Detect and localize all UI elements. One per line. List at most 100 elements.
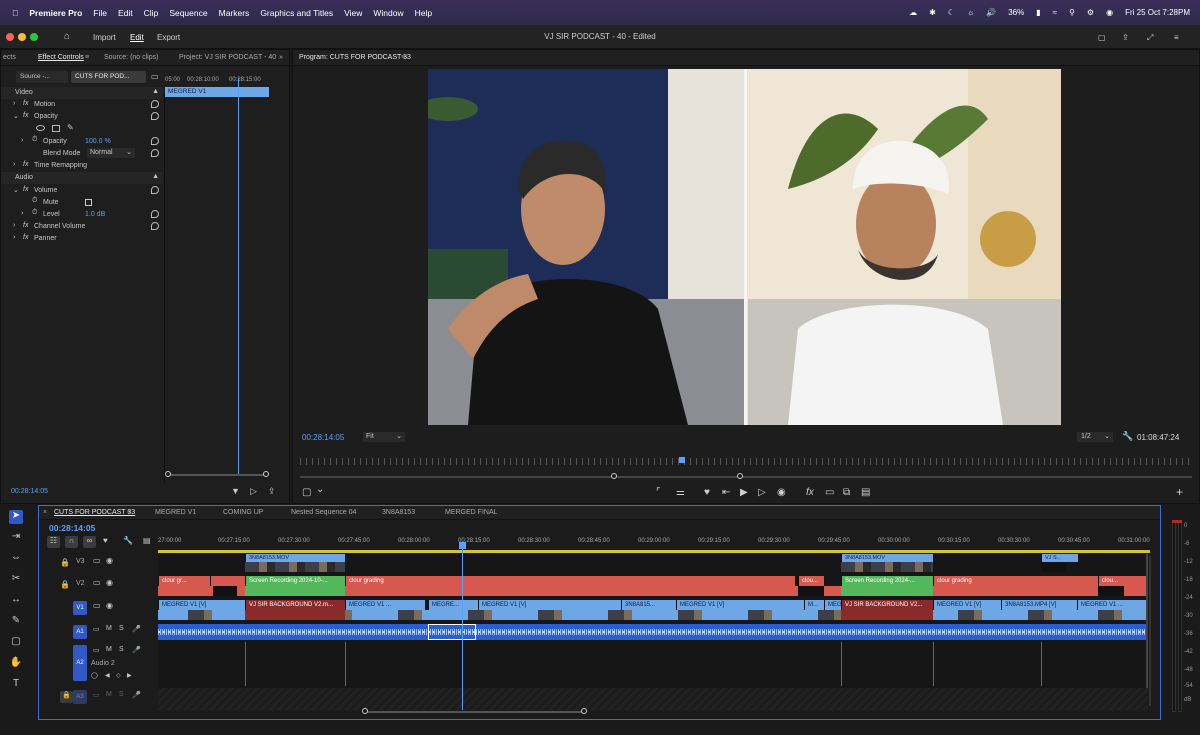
comparison-view-icon[interactable]: ⧉ <box>843 487 850 498</box>
selected-clip-outline[interactable] <box>428 624 476 640</box>
moon-icon[interactable]: ☾ <box>948 8 955 17</box>
settings-icon[interactable]: ▢ <box>302 487 311 498</box>
lock-icon[interactable]: 🔒 <box>60 558 70 567</box>
zoom-window-button[interactable] <box>30 33 38 41</box>
stopwatch-icon[interactable]: ⏱ <box>32 136 37 144</box>
search-icon[interactable]: ⚲ <box>1069 8 1075 17</box>
ec-zoom-scrollbar[interactable] <box>167 474 267 476</box>
program-ruler[interactable] <box>300 458 1192 465</box>
safe-margins-icon[interactable]: ▭ <box>825 487 834 498</box>
tab-source[interactable]: Source: (no clips) <box>104 54 158 61</box>
blend-mode-dropdown[interactable]: Normal ⌄ <box>87 148 135 158</box>
go-to-in-icon[interactable]: ⇤ <box>722 487 730 498</box>
mute-track-button[interactable]: M <box>106 625 112 632</box>
type-tool-icon[interactable]: T <box>9 678 23 692</box>
clip-v1-megred-f[interactable]: MEGRED V1 ... <box>1077 600 1146 610</box>
solo-track-button[interactable]: S <box>119 691 124 698</box>
clock[interactable]: Fri 25 Oct 7:28PM <box>1125 8 1190 17</box>
mute-track-button[interactable]: M <box>106 691 112 698</box>
tab-menu-icon[interactable]: ≡ <box>401 54 405 61</box>
expand-icon[interactable]: › <box>13 100 15 107</box>
clip-v1-megred-d[interactable]: MEGRED V1 [V] <box>676 600 804 610</box>
slip-tool-icon[interactable]: ↔ <box>9 594 23 608</box>
collapse-icon[interactable]: ⌄ <box>13 186 19 194</box>
program-zoom-handle-right[interactable] <box>737 473 743 479</box>
reset-icon[interactable] <box>151 137 159 145</box>
multicam-icon[interactable]: ▤ <box>861 487 870 498</box>
clip-v1-vj-sir-background-b[interactable]: VJ SIR BACKGROUND V2... <box>841 600 933 610</box>
brightness-icon[interactable]: ☼ <box>967 8 974 17</box>
ec-zoom-handle-left[interactable] <box>165 471 171 477</box>
creative-cloud-icon[interactable]: ☁ <box>909 8 917 17</box>
clip-v1-megred-c[interactable]: MEGRED V1 [V] <box>478 600 621 610</box>
clip-v2-clour-grading-b[interactable]: clour grading <box>933 576 1098 586</box>
ec-timecode[interactable]: 00:28:14:05 <box>11 488 48 495</box>
tab-cuts-for-podcast-33[interactable]: CUTS FOR PODCAST 33 <box>54 509 135 516</box>
ellipse-mask-icon[interactable] <box>36 125 45 131</box>
play-button[interactable]: ▶ <box>740 487 748 498</box>
export-frame-icon[interactable]: ◉ <box>777 487 786 498</box>
track-name-a2[interactable]: Audio 2 <box>91 660 115 667</box>
menu-window[interactable]: Window <box>373 8 403 18</box>
track-label-v2[interactable]: V2 <box>76 580 85 587</box>
sync-lock-icon[interactable]: ▭ <box>93 646 100 654</box>
clip-v2-clou[interactable]: clou... <box>798 576 824 586</box>
opacity-value[interactable]: 100.0 % <box>85 138 111 145</box>
workspace-edit[interactable]: Edit <box>130 33 144 42</box>
add-marker-icon[interactable]: ♥ <box>103 536 108 545</box>
track-label-v3[interactable]: V3 <box>76 558 85 565</box>
reset-icon[interactable] <box>151 112 159 120</box>
tab-effects[interactable]: ects <box>3 54 16 61</box>
timeline-playhead[interactable] <box>462 542 463 710</box>
work-area-bar[interactable] <box>158 550 1150 553</box>
snap-icon[interactable]: ∩ <box>65 536 78 548</box>
tab-megred-v1[interactable]: MEGRED V1 <box>155 509 196 516</box>
tab-menu-icon[interactable]: ≡ <box>127 509 131 516</box>
eye-icon[interactable]: ◉ <box>106 556 113 565</box>
selection-tool-icon[interactable]: ➤ <box>9 510 23 524</box>
tab-nested-sequence-04[interactable]: Nested Sequence 04 <box>291 509 356 516</box>
apple-icon[interactable]:  <box>12 8 18 18</box>
ec-playhead[interactable] <box>238 78 239 476</box>
fit-dropdown[interactable]: Fit ⌄ <box>363 432 405 442</box>
tab-3n8a8153[interactable]: 3N8A8153 <box>382 509 415 516</box>
workspace-import[interactable]: Import <box>93 33 116 42</box>
chevron-down-icon[interactable]: ⌄ <box>316 484 324 495</box>
volume-icon[interactable]: 🔊 <box>986 8 996 17</box>
clip-v2-screen-recording-b[interactable]: Screen Recording 2024-... <box>841 576 933 586</box>
mute-checkbox[interactable] <box>85 199 92 206</box>
clip-icon[interactable]: ▭ <box>151 72 159 81</box>
ec-row-channel-volume[interactable]: › fx Channel Volume <box>1 221 163 233</box>
clip-v2-clour-grading[interactable]: clour grading <box>345 576 795 586</box>
expand-icon[interactable]: › <box>21 137 23 144</box>
mark-in-icon[interactable]: ⌜ <box>656 487 661 498</box>
mute-track-button[interactable]: M <box>106 646 112 653</box>
fx-toggle-icon[interactable]: fx <box>806 487 814 498</box>
ec-row-level[interactable]: › ⏱ Level 1.0 dB <box>1 209 163 221</box>
clip-v2-clou-b[interactable]: clou... <box>1098 576 1146 586</box>
sync-lock-icon[interactable]: ▭ <box>93 625 100 633</box>
tab-program[interactable]: Program: CUTS FOR PODCAST 33 <box>299 54 411 61</box>
clip-v1-megred-b[interactable]: MEGRED V1 ... <box>345 600 425 610</box>
workspace-export[interactable]: Export <box>157 33 180 42</box>
siri-icon[interactable]: ◉ <box>1106 8 1113 17</box>
bluetooth-icon[interactable]: ✱ <box>929 8 936 17</box>
mark-out-icon[interactable]: ⚌ <box>676 487 685 498</box>
clip-v1-3n8a8153-mp4[interactable]: 3N8A8153.MP4 [V] <box>1001 600 1077 610</box>
clip-v1-megred-e[interactable]: MEGRED V1 [V] <box>933 600 1001 610</box>
keyframe-add-icon[interactable]: ◇ <box>116 672 121 679</box>
ec-row-opacity-param[interactable]: › ⏱ Opacity 100.0 % <box>1 136 163 148</box>
track-target-a2[interactable]: A2 <box>73 645 87 681</box>
razor-tool-icon[interactable]: ✂ <box>9 573 23 587</box>
subtab-sequence[interactable]: CUTS FOR POD... <box>71 71 146 83</box>
more-icon[interactable]: ≡ <box>1174 33 1179 42</box>
track-target-v1[interactable]: V1 <box>73 601 87 615</box>
wrench-icon[interactable]: 🔧 <box>1122 431 1133 442</box>
track-select-tool-icon[interactable]: ⇥ <box>9 531 23 545</box>
ec-row-panner[interactable]: › fx Panner <box>1 233 163 245</box>
battery-percent[interactable]: 36% <box>1008 8 1024 17</box>
reset-icon[interactable] <box>151 149 159 157</box>
clip-v3-vj-s[interactable]: VJ S... <box>1041 554 1078 562</box>
sync-lock-icon[interactable]: ▭ <box>93 691 100 699</box>
wrench-icon[interactable]: 🔧 <box>123 536 133 545</box>
